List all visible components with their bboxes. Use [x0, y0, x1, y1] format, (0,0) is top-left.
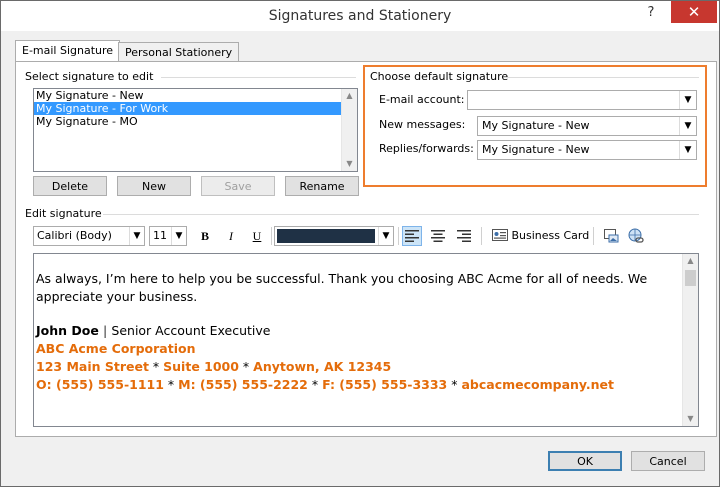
phone-fax: F: (555) 555-3333 — [322, 377, 448, 392]
align-left-button[interactable] — [402, 226, 422, 246]
chevron-down-icon[interactable]: ▼ — [171, 227, 186, 245]
divider — [481, 227, 482, 245]
list-item-selected[interactable]: My Signature - For Work — [34, 102, 357, 115]
signature-contact: O: (555) 555-1111 * M: (555) 555-2222 * … — [36, 376, 676, 394]
scroll-down-icon[interactable]: ▼ — [683, 412, 698, 426]
align-center-icon — [431, 230, 445, 242]
email-account-label: E-mail account: — [379, 93, 465, 106]
list-item[interactable]: My Signature - New — [34, 89, 357, 102]
business-card-label: Business Card — [511, 229, 590, 242]
replies-forwards-value: My Signature - New — [482, 143, 590, 156]
rename-button[interactable]: Rename — [285, 176, 359, 196]
save-button[interactable]: Save — [201, 176, 275, 196]
signature-name-line: John Doe | Senior Account Executive — [36, 322, 676, 340]
divider — [593, 227, 594, 245]
phone-office: O: (555) 555-1111 — [36, 377, 164, 392]
delete-button[interactable]: Delete — [33, 176, 107, 196]
tab-email-signature-label: E-mail Signature — [22, 44, 114, 57]
chevron-down-icon[interactable]: ▼ — [129, 227, 144, 245]
message-line-1: As always, I’m here to help you be succe… — [36, 271, 648, 286]
window-title: Signatures and Stationery — [268, 8, 452, 24]
email-account-select[interactable]: ▼ — [467, 90, 697, 110]
divider — [161, 77, 356, 78]
business-card-icon — [492, 229, 508, 241]
list-item[interactable]: My Signature - MO — [34, 115, 357, 128]
chevron-down-icon[interactable]: ▼ — [679, 117, 696, 135]
chevron-down-icon[interactable]: ▼ — [679, 141, 696, 159]
separator: * — [167, 377, 175, 392]
signature-title: Senior Account Executive — [111, 323, 271, 338]
italic-button[interactable]: I — [221, 226, 241, 246]
choose-default-label: Choose default signature — [370, 70, 509, 83]
signature-company: ABC Acme Corporation — [36, 341, 196, 356]
signature-content[interactable]: As always, I’m here to help you be succe… — [36, 270, 676, 394]
align-right-button[interactable] — [454, 226, 474, 246]
chevron-down-icon[interactable]: ▼ — [679, 91, 696, 109]
font-value: Calibri (Body) — [37, 229, 112, 242]
separator: * — [152, 359, 160, 374]
close-button[interactable]: ✕ — [671, 1, 717, 23]
business-card-button[interactable]: Business Card — [492, 226, 589, 246]
replies-forwards-select[interactable]: My Signature - New ▼ — [477, 140, 697, 160]
new-messages-value: My Signature - New — [482, 119, 590, 132]
insert-picture-icon — [604, 229, 619, 243]
address-suite: Suite 1000 — [163, 359, 239, 374]
chevron-down-icon[interactable]: ▼ — [378, 227, 393, 245]
insert-hyperlink-button[interactable] — [626, 226, 646, 246]
divider — [504, 77, 699, 78]
align-center-button[interactable] — [428, 226, 448, 246]
new-button[interactable]: New — [117, 176, 191, 196]
scroll-down-icon[interactable]: ▼ — [342, 157, 357, 171]
tab-personal-stationery[interactable]: Personal Stationery — [118, 42, 240, 63]
divider — [271, 227, 272, 245]
phone-mobile: M: (555) 555-2222 — [178, 377, 308, 392]
separator: * — [451, 377, 458, 392]
address-city: Anytown, AK 12345 — [253, 359, 392, 374]
replies-forwards-label: Replies/forwards: — [379, 142, 474, 155]
help-button[interactable]: ? — [637, 3, 665, 23]
color-swatch — [277, 229, 375, 243]
list-scrollbar[interactable]: ▲ ▼ — [341, 89, 357, 171]
address-street: 123 Main Street — [36, 359, 149, 374]
new-messages-label: New messages: — [379, 118, 466, 131]
font-size-value: 11 — [153, 229, 167, 242]
edit-signature-label: Edit signature — [25, 207, 102, 220]
cancel-button[interactable]: Cancel — [631, 451, 705, 471]
insert-picture-button[interactable] — [601, 226, 621, 246]
signature-address: 123 Main Street * Suite 1000 * Anytown, … — [36, 358, 676, 376]
signature-editor[interactable]: As always, I’m here to help you be succe… — [33, 253, 699, 427]
underline-button[interactable]: U — [247, 226, 267, 246]
divider — [103, 214, 699, 215]
new-messages-select[interactable]: My Signature - New ▼ — [477, 116, 697, 136]
title-bar: Signatures and Stationery ? ✕ — [1, 1, 719, 31]
divider — [398, 227, 399, 245]
scroll-up-icon[interactable]: ▲ — [683, 254, 698, 268]
font-color-select[interactable]: ▼ — [274, 226, 394, 246]
scroll-up-icon[interactable]: ▲ — [342, 89, 357, 103]
align-left-icon — [405, 230, 419, 242]
hyperlink-icon — [628, 228, 644, 243]
bold-button[interactable]: B — [195, 226, 215, 246]
signatures-dialog: Signatures and Stationery ? ✕ E-mail Sig… — [0, 0, 720, 487]
signature-list[interactable]: My Signature - New My Signature - For Wo… — [33, 88, 358, 172]
scroll-thumb[interactable] — [685, 270, 696, 286]
signature-name: John Doe — [36, 323, 99, 338]
message-line-2: appreciate your business. — [36, 289, 198, 304]
separator: * — [311, 377, 319, 392]
font-select[interactable]: Calibri (Body) ▼ — [33, 226, 145, 246]
website-link[interactable]: abcacmecompany.net — [461, 377, 614, 392]
align-right-icon — [457, 230, 471, 242]
separator: * — [242, 359, 250, 374]
font-size-select[interactable]: 11 ▼ — [149, 226, 187, 246]
tab-email-signature[interactable]: E-mail Signature — [15, 40, 121, 63]
signature-separator: | — [102, 323, 108, 338]
ok-button[interactable]: OK — [548, 451, 622, 471]
tab-personal-stationery-label: Personal Stationery — [125, 46, 233, 59]
editor-scrollbar[interactable]: ▲ ▼ — [682, 254, 698, 426]
select-signature-label: Select signature to edit — [25, 70, 154, 83]
